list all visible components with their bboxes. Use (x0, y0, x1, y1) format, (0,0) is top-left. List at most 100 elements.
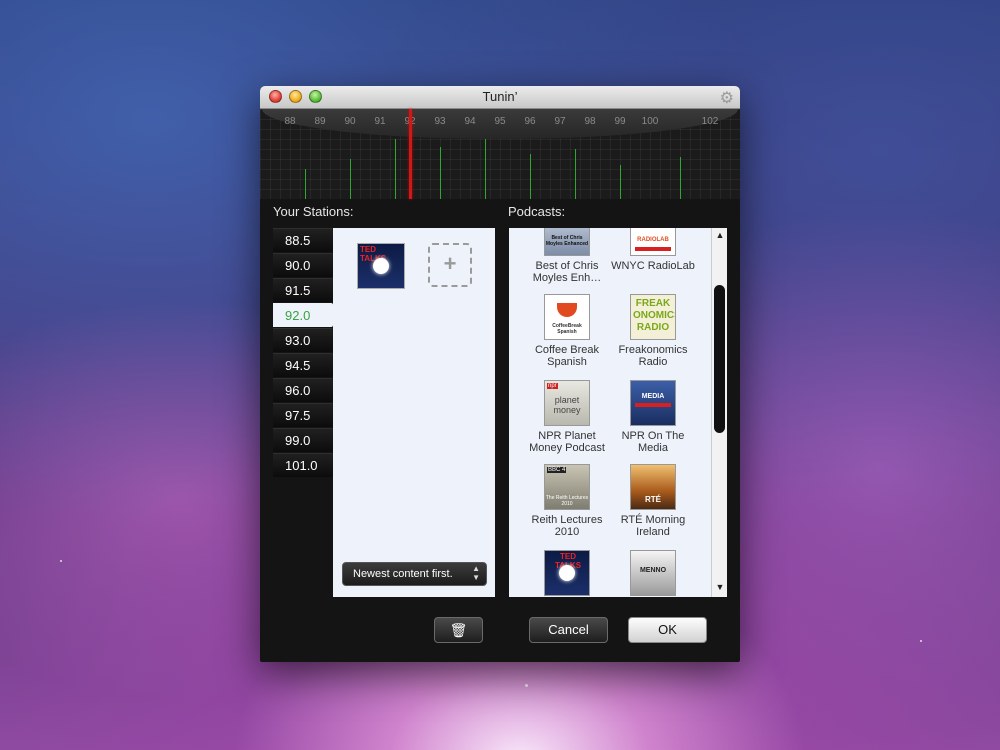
podcast-scrollbar[interactable]: ▲ ▼ (711, 228, 727, 597)
podcast-grid: Best of Chris Moyles Enhanced Best of Ch… (509, 228, 727, 597)
scroll-thumb[interactable] (714, 285, 725, 433)
station-signal-marker (680, 157, 681, 199)
station-signal-marker (440, 147, 441, 199)
station-content-panel: TED TALKS + Newest content first. ▲ ▼ (333, 228, 495, 597)
bbc-radio4-logo: BBC 4 (547, 467, 567, 473)
station-item[interactable]: 101.0 (273, 453, 333, 477)
npr-logo: npr (547, 383, 558, 389)
station-item[interactable]: 91.5 (273, 278, 333, 302)
chris-moyles-art: Best of Chris Moyles Enhanced (544, 228, 590, 256)
station-signal-marker (530, 154, 531, 199)
sort-order-value: Newest content first. (353, 568, 453, 580)
art-caption: The Reith Lectures 2010 (545, 495, 589, 507)
ok-button[interactable]: OK (628, 617, 707, 643)
podcast-item[interactable]: BBC 4 The Reith Lectures 2010 Reith Lect… (524, 464, 610, 538)
podcast-item[interactable]: CoffeeBreak Spanish Coffee Break Spanish (524, 294, 610, 368)
station-signal-marker (350, 159, 351, 199)
podcast-name: NPR On The Media (621, 430, 685, 454)
coffee-break-art: CoffeeBreak Spanish (544, 294, 590, 340)
radiolab-art: RADIOLAB (630, 228, 676, 256)
dial-frequency-label: 91 (374, 116, 386, 127)
sort-order-select[interactable]: Newest content first. ▲ ▼ (342, 562, 487, 586)
podcast-item[interactable]: npr planet money NPR Planet Money Podcas… (524, 380, 610, 454)
background-star (60, 560, 62, 562)
station-item[interactable]: 96.0 (273, 378, 333, 402)
podcast-name: RTÉ Morning Ireland (620, 514, 686, 538)
station-item[interactable]: 90.0 (273, 253, 333, 277)
reith-art: BBC 4 The Reith Lectures 2010 (544, 464, 590, 510)
background-star (525, 684, 528, 687)
art-caption: CoffeeBreak Spanish (552, 323, 582, 335)
podcast-item[interactable]: Best of Chris Moyles Enhanced Best of Ch… (524, 228, 610, 284)
trash-icon: 🗑 (449, 622, 468, 638)
station-item[interactable]: 99.0 (273, 428, 333, 452)
station-signal-marker (620, 165, 621, 199)
station-signal-marker (395, 139, 396, 199)
gear-icon[interactable]: ⚙ (720, 88, 734, 108)
podcast-name: Coffee Break Spanish (534, 344, 599, 368)
tunin-window: Tunin’ ⚙ 88 89 90 91 92 93 94 95 96 97 9… (260, 86, 740, 662)
podcast-name: Best of Chris Moyles Enh… (532, 260, 602, 284)
cancel-button[interactable]: Cancel (529, 617, 608, 643)
ted-talks-art: TED TALKS (544, 550, 590, 596)
art-caption: MEDIA (641, 393, 665, 400)
freakonomics-art: FREAK ONOMICS RADIO (630, 294, 676, 340)
dial-frequency-label: 94 (464, 116, 476, 127)
wnyc-red-bar (635, 247, 671, 251)
delete-button[interactable]: 🗑 (434, 617, 483, 643)
art-caption: RTÉ (645, 495, 661, 504)
coffee-cup-icon (557, 303, 577, 317)
title-bar: Tunin’ ⚙ (260, 86, 740, 109)
station-item[interactable]: 94.5 (273, 353, 333, 377)
podcast-name: Freakonomics Radio (618, 344, 688, 368)
podcast-name: NPR Planet Money Podcast (529, 430, 605, 454)
podcast-item[interactable]: MENNO (610, 550, 696, 597)
dial-frequency-label: 98 (584, 116, 596, 127)
dial-frequency-label: 102 (701, 116, 719, 127)
planet-money-art: npr planet money (544, 380, 590, 426)
menno-art: MENNO (630, 550, 676, 596)
station-signal-marker (575, 149, 576, 199)
art-caption: Best of Chris Moyles Enhanced (545, 235, 589, 247)
dial-frequency-label: 93 (434, 116, 446, 127)
scroll-down-arrow-icon[interactable]: ▼ (714, 582, 726, 592)
station-item[interactable]: 88.5 (273, 228, 333, 252)
podcast-item[interactable]: RTÉ RTÉ Morning Ireland (610, 464, 696, 538)
scroll-up-arrow-icon[interactable]: ▲ (714, 230, 726, 240)
dial-frequency-label: 97 (554, 116, 566, 127)
background-star (920, 640, 922, 642)
podcast-item[interactable]: RADIOLAB WNYC RadioLab (610, 228, 696, 272)
dial-frequency-label: 99 (614, 116, 626, 127)
wnyc-red-bar (635, 403, 671, 407)
assigned-podcast-ted-talks[interactable]: TED TALKS (357, 243, 405, 289)
rte-art: RTÉ (630, 464, 676, 510)
art-caption: RADIOLAB (637, 237, 669, 243)
dial-frequency-label: 96 (524, 116, 536, 127)
stations-heading: Your Stations: (273, 204, 354, 219)
podcast-item[interactable]: MEDIA NPR On The Media (610, 380, 696, 454)
dial-frequency-label: 90 (344, 116, 356, 127)
on-the-media-art: MEDIA (630, 380, 676, 426)
station-item[interactable]: 93.0 (273, 328, 333, 352)
podcast-item[interactable]: TED TALKS (524, 550, 610, 597)
lightbulb-icon (559, 565, 575, 581)
station-item-selected[interactable]: 92.0 (273, 303, 333, 327)
lightbulb-icon (373, 258, 389, 274)
podcast-name: WNYC RadioLab (611, 260, 695, 272)
podcast-name: Reith Lectures 2010 (531, 514, 603, 538)
art-caption: planet money (553, 395, 581, 415)
add-podcast-slot[interactable]: + (428, 243, 472, 287)
station-signal-marker (305, 169, 306, 199)
dial-frequency-label: 100 (641, 116, 659, 127)
podcasts-heading: Podcasts: (508, 204, 566, 219)
dial-frequency-label: 89 (314, 116, 326, 127)
station-list: 88.5 90.0 91.5 92.0 93.0 94.5 96.0 97.5 … (273, 228, 333, 478)
select-arrows-icon: ▲ ▼ (472, 564, 480, 582)
tuner-needle[interactable] (409, 109, 412, 199)
tuner-dial[interactable]: 88 89 90 91 92 93 94 95 96 97 98 99 100 … (260, 109, 740, 199)
station-item[interactable]: 97.5 (273, 403, 333, 427)
dial-frequency-label: 95 (494, 116, 506, 127)
podcast-item[interactable]: FREAK ONOMICS RADIO Freakonomics Radio (610, 294, 696, 368)
dial-frequency-label: 88 (284, 116, 296, 127)
station-signal-marker (485, 139, 486, 199)
